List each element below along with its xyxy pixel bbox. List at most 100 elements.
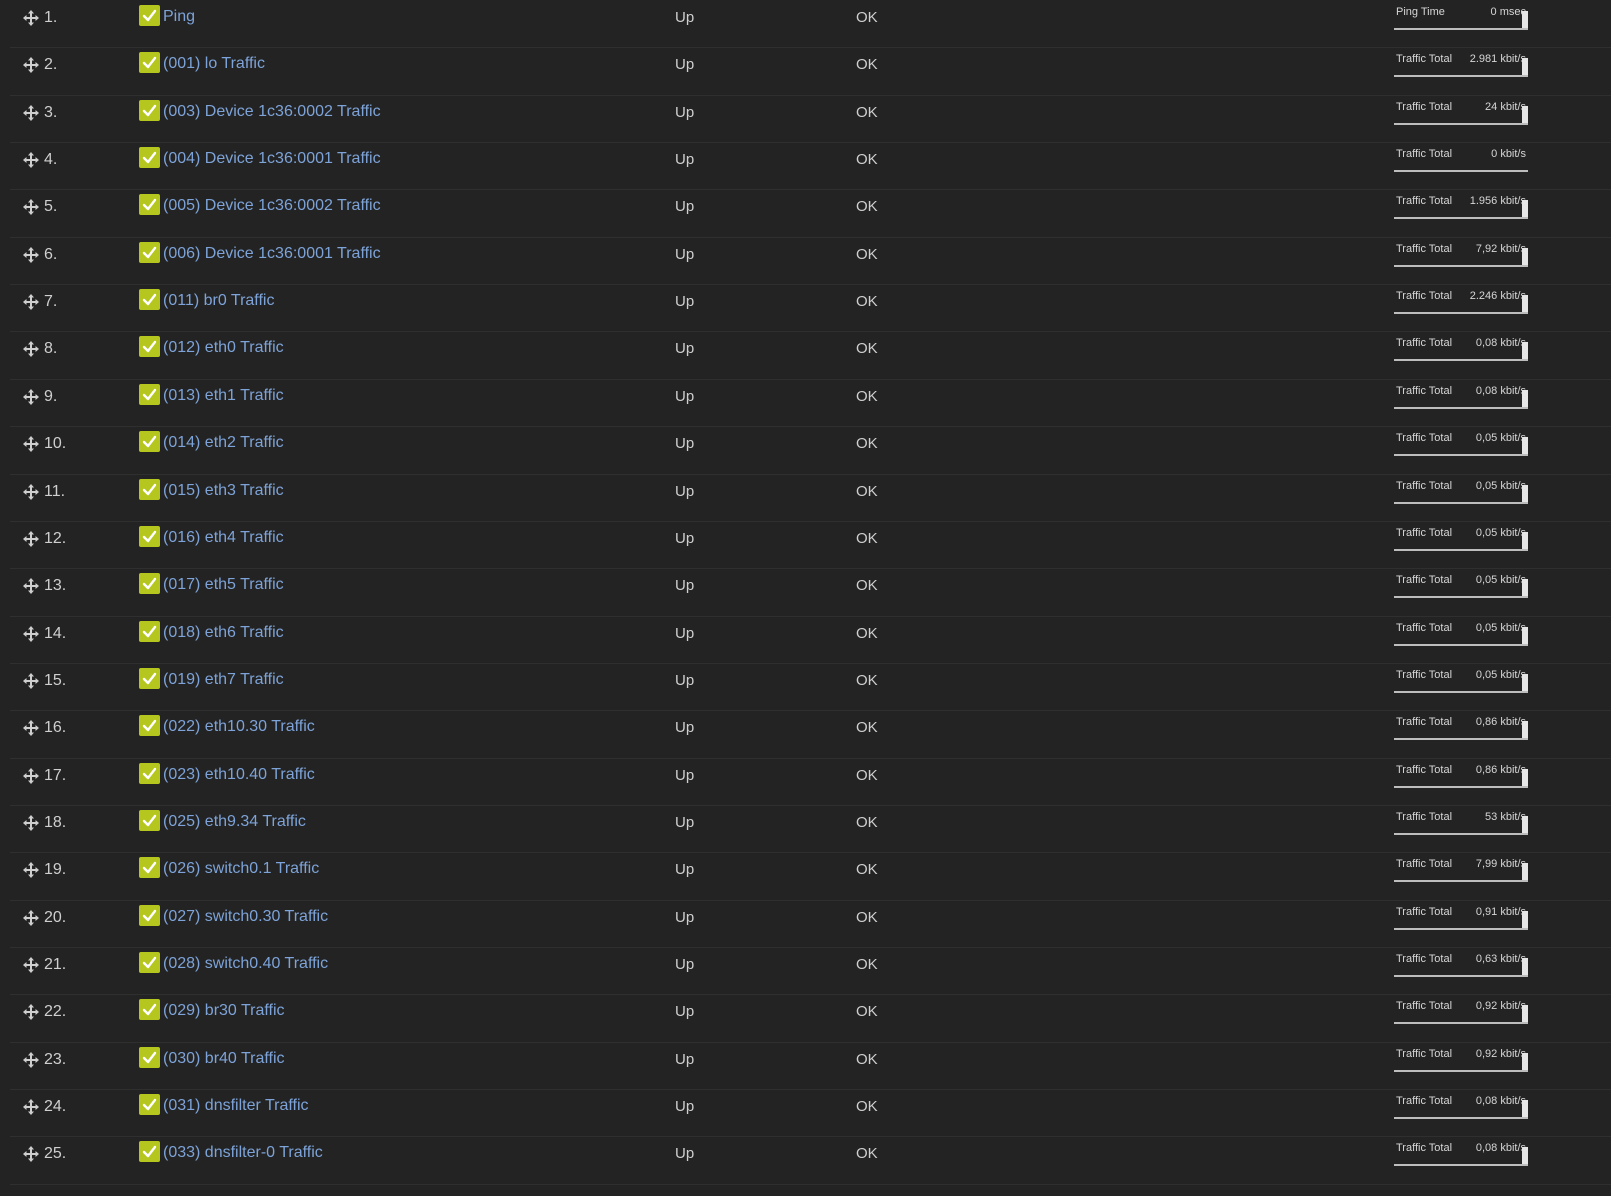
sensor-name-link[interactable]: (033) dnsfilter-0 Traffic bbox=[163, 1144, 323, 1162]
sensor-name-link[interactable]: (004) Device 1c36:0001 Traffic bbox=[163, 150, 381, 168]
move-arrows-icon[interactable] bbox=[23, 1099, 39, 1116]
move-arrows-icon[interactable] bbox=[23, 814, 39, 831]
move-arrows-icon[interactable] bbox=[23, 767, 39, 784]
move-arrows-icon[interactable] bbox=[23, 672, 39, 689]
sensor-row[interactable]: 4. (004) Device 1c36:0001 Traffic Up OK … bbox=[10, 142, 1611, 191]
checkmark-icon[interactable] bbox=[139, 99, 160, 121]
sensor-name-link[interactable]: (012) eth0 Traffic bbox=[163, 339, 284, 357]
last-value-gauge[interactable]: Traffic Total 0,92 kbit/s bbox=[1394, 998, 1528, 1025]
sensor-row[interactable]: 16. (022) eth10.30 Traffic Up OK Traffic… bbox=[10, 710, 1611, 759]
move-arrows-icon[interactable] bbox=[23, 909, 39, 926]
last-value-gauge[interactable]: Traffic Total 0,05 kbit/s bbox=[1394, 525, 1528, 551]
checkmark-icon[interactable] bbox=[139, 1094, 160, 1116]
move-arrows-icon[interactable] bbox=[23, 1004, 39, 1021]
sensor-row[interactable]: 21. (028) switch0.40 Traffic Up OK Traff… bbox=[10, 947, 1611, 996]
checkmark-icon[interactable] bbox=[139, 147, 160, 169]
sensor-name-link[interactable]: (001) lo Traffic bbox=[163, 55, 265, 73]
move-arrows-icon[interactable] bbox=[23, 578, 39, 595]
checkmark-icon[interactable] bbox=[139, 762, 160, 784]
last-value-gauge[interactable]: Traffic Total 0,05 kbit/s bbox=[1394, 620, 1528, 646]
last-value-gauge[interactable]: Traffic Total 0,86 kbit/s bbox=[1394, 714, 1528, 741]
sensor-name-link[interactable]: (011) br0 Traffic bbox=[163, 292, 274, 310]
move-arrows-icon[interactable] bbox=[23, 388, 39, 405]
sensor-row[interactable]: 1. Ping Up OK Ping Time 0 msec bbox=[10, 0, 1611, 49]
sensor-row[interactable]: 14. (018) eth6 Traffic Up OK Traffic Tot… bbox=[10, 616, 1611, 664]
last-value-gauge[interactable]: Traffic Total 0,08 kbit/s bbox=[1394, 335, 1528, 362]
sensor-row[interactable]: 10. (014) eth2 Traffic Up OK Traffic Tot… bbox=[10, 426, 1611, 475]
last-value-gauge[interactable]: Traffic Total 2.981 kbit/s bbox=[1394, 51, 1528, 78]
sensor-row[interactable]: 25. (033) dnsfilter-0 Traffic Up OK Traf… bbox=[10, 1136, 1611, 1185]
move-arrows-icon[interactable] bbox=[23, 246, 39, 263]
checkmark-icon[interactable] bbox=[139, 620, 160, 642]
checkmark-icon[interactable] bbox=[139, 336, 160, 358]
checkmark-icon[interactable] bbox=[139, 715, 160, 737]
last-value-gauge[interactable]: Traffic Total 0,05 kbit/s bbox=[1394, 667, 1528, 693]
sensor-name-link[interactable]: (022) eth10.30 Traffic bbox=[163, 718, 315, 736]
move-arrows-icon[interactable] bbox=[23, 530, 39, 547]
sensor-row[interactable]: 23. (030) br40 Traffic Up OK Traffic Tot… bbox=[10, 1042, 1611, 1091]
sensor-name-link[interactable]: (026) switch0.1 Traffic bbox=[163, 860, 319, 878]
sensor-row[interactable]: 7. (011) br0 Traffic Up OK Traffic Total… bbox=[10, 284, 1611, 333]
move-arrows-icon[interactable] bbox=[23, 625, 39, 642]
checkmark-icon[interactable] bbox=[139, 952, 160, 973]
last-value-gauge[interactable]: Traffic Total 0,05 kbit/s bbox=[1394, 478, 1528, 504]
sensor-name-link[interactable]: (028) switch0.40 Traffic bbox=[163, 955, 328, 973]
move-arrows-icon[interactable] bbox=[23, 1051, 39, 1068]
sensor-row[interactable]: 13. (017) eth5 Traffic Up OK Traffic Tot… bbox=[10, 568, 1611, 617]
last-value-gauge[interactable]: Traffic Total 0,05 kbit/s bbox=[1394, 572, 1528, 599]
sensor-row[interactable]: 18. (025) eth9.34 Traffic Up OK Traffic … bbox=[10, 805, 1611, 854]
move-arrows-icon[interactable] bbox=[23, 199, 39, 216]
sensor-row[interactable]: 24. (031) dnsfilter Traffic Up OK Traffi… bbox=[10, 1089, 1611, 1138]
move-arrows-icon[interactable] bbox=[23, 294, 39, 311]
sensor-row[interactable]: 19. (026) switch0.1 Traffic Up OK Traffi… bbox=[10, 852, 1611, 901]
last-value-gauge[interactable]: Traffic Total 0,08 kbit/s bbox=[1394, 383, 1528, 409]
checkmark-icon[interactable] bbox=[139, 525, 160, 547]
sensor-row[interactable]: 17. (023) eth10.40 Traffic Up OK Traffic… bbox=[10, 758, 1611, 806]
sensor-name-link[interactable]: (025) eth9.34 Traffic bbox=[163, 813, 306, 831]
last-value-gauge[interactable]: Traffic Total 53 kbit/s bbox=[1394, 809, 1528, 835]
checkmark-icon[interactable] bbox=[139, 383, 160, 405]
last-value-gauge[interactable]: Traffic Total 24 kbit/s bbox=[1394, 99, 1528, 125]
checkmark-icon[interactable] bbox=[139, 857, 160, 879]
move-arrows-icon[interactable] bbox=[23, 483, 39, 500]
last-value-gauge[interactable]: Traffic Total 0,08 kbit/s bbox=[1394, 1093, 1528, 1120]
checkmark-icon[interactable] bbox=[139, 809, 160, 831]
sensor-row[interactable]: 8. (012) eth0 Traffic Up OK Traffic Tota… bbox=[10, 331, 1611, 380]
sensor-name-link[interactable]: (029) br30 Traffic bbox=[163, 1002, 285, 1020]
move-arrows-icon[interactable] bbox=[23, 862, 39, 879]
sensor-name-link[interactable]: Ping bbox=[163, 8, 195, 26]
sensor-row[interactable]: 15. (019) eth7 Traffic Up OK Traffic Tot… bbox=[10, 663, 1611, 712]
move-arrows-icon[interactable] bbox=[23, 957, 39, 973]
checkmark-icon[interactable] bbox=[139, 904, 160, 926]
last-value-gauge[interactable]: Traffic Total 0,08 kbit/s bbox=[1394, 1140, 1528, 1167]
sensor-name-link[interactable]: (003) Device 1c36:0002 Traffic bbox=[163, 103, 381, 121]
last-value-gauge[interactable]: Traffic Total 2.246 kbit/s bbox=[1394, 288, 1528, 315]
sensor-name-link[interactable]: (015) eth3 Traffic bbox=[163, 482, 284, 500]
sensor-name-link[interactable]: (016) eth4 Traffic bbox=[163, 529, 284, 547]
sensor-name-link[interactable]: (018) eth6 Traffic bbox=[163, 624, 284, 642]
checkmark-icon[interactable] bbox=[139, 289, 160, 311]
last-value-gauge[interactable]: Traffic Total 7,99 kbit/s bbox=[1394, 856, 1528, 883]
sensor-name-link[interactable]: (005) Device 1c36:0002 Traffic bbox=[163, 197, 381, 215]
sensor-row[interactable]: 2. (001) lo Traffic Up OK Traffic Total … bbox=[10, 47, 1611, 96]
last-value-gauge[interactable]: Traffic Total 0 kbit/s bbox=[1394, 146, 1528, 173]
last-value-gauge[interactable]: Traffic Total 0,63 kbit/s bbox=[1394, 951, 1528, 977]
checkmark-icon[interactable] bbox=[139, 52, 160, 74]
sensor-name-link[interactable]: (030) br40 Traffic bbox=[163, 1050, 285, 1068]
sensor-row[interactable]: 11. (015) eth3 Traffic Up OK Traffic Tot… bbox=[10, 474, 1611, 522]
last-value-gauge[interactable]: Traffic Total 0,86 kbit/s bbox=[1394, 762, 1528, 788]
move-arrows-icon[interactable] bbox=[23, 436, 39, 453]
checkmark-icon[interactable] bbox=[139, 478, 160, 500]
move-arrows-icon[interactable] bbox=[23, 1146, 39, 1163]
sensor-name-link[interactable]: (013) eth1 Traffic bbox=[163, 387, 284, 405]
sensor-row[interactable]: 6. (006) Device 1c36:0001 Traffic Up OK … bbox=[10, 237, 1611, 286]
sensor-name-link[interactable]: (017) eth5 Traffic bbox=[163, 576, 284, 594]
move-arrows-icon[interactable] bbox=[23, 341, 39, 358]
sensor-name-link[interactable]: (023) eth10.40 Traffic bbox=[163, 766, 315, 784]
sensor-row[interactable]: 3. (003) Device 1c36:0002 Traffic Up OK … bbox=[10, 95, 1611, 144]
checkmark-icon[interactable] bbox=[139, 1141, 160, 1163]
checkmark-icon[interactable] bbox=[139, 241, 160, 263]
last-value-gauge[interactable]: Traffic Total 7,92 kbit/s bbox=[1394, 241, 1528, 267]
last-value-gauge[interactable]: Traffic Total 0,05 kbit/s bbox=[1394, 430, 1528, 457]
sensor-row[interactable]: 22. (029) br30 Traffic Up OK Traffic Tot… bbox=[10, 994, 1611, 1043]
